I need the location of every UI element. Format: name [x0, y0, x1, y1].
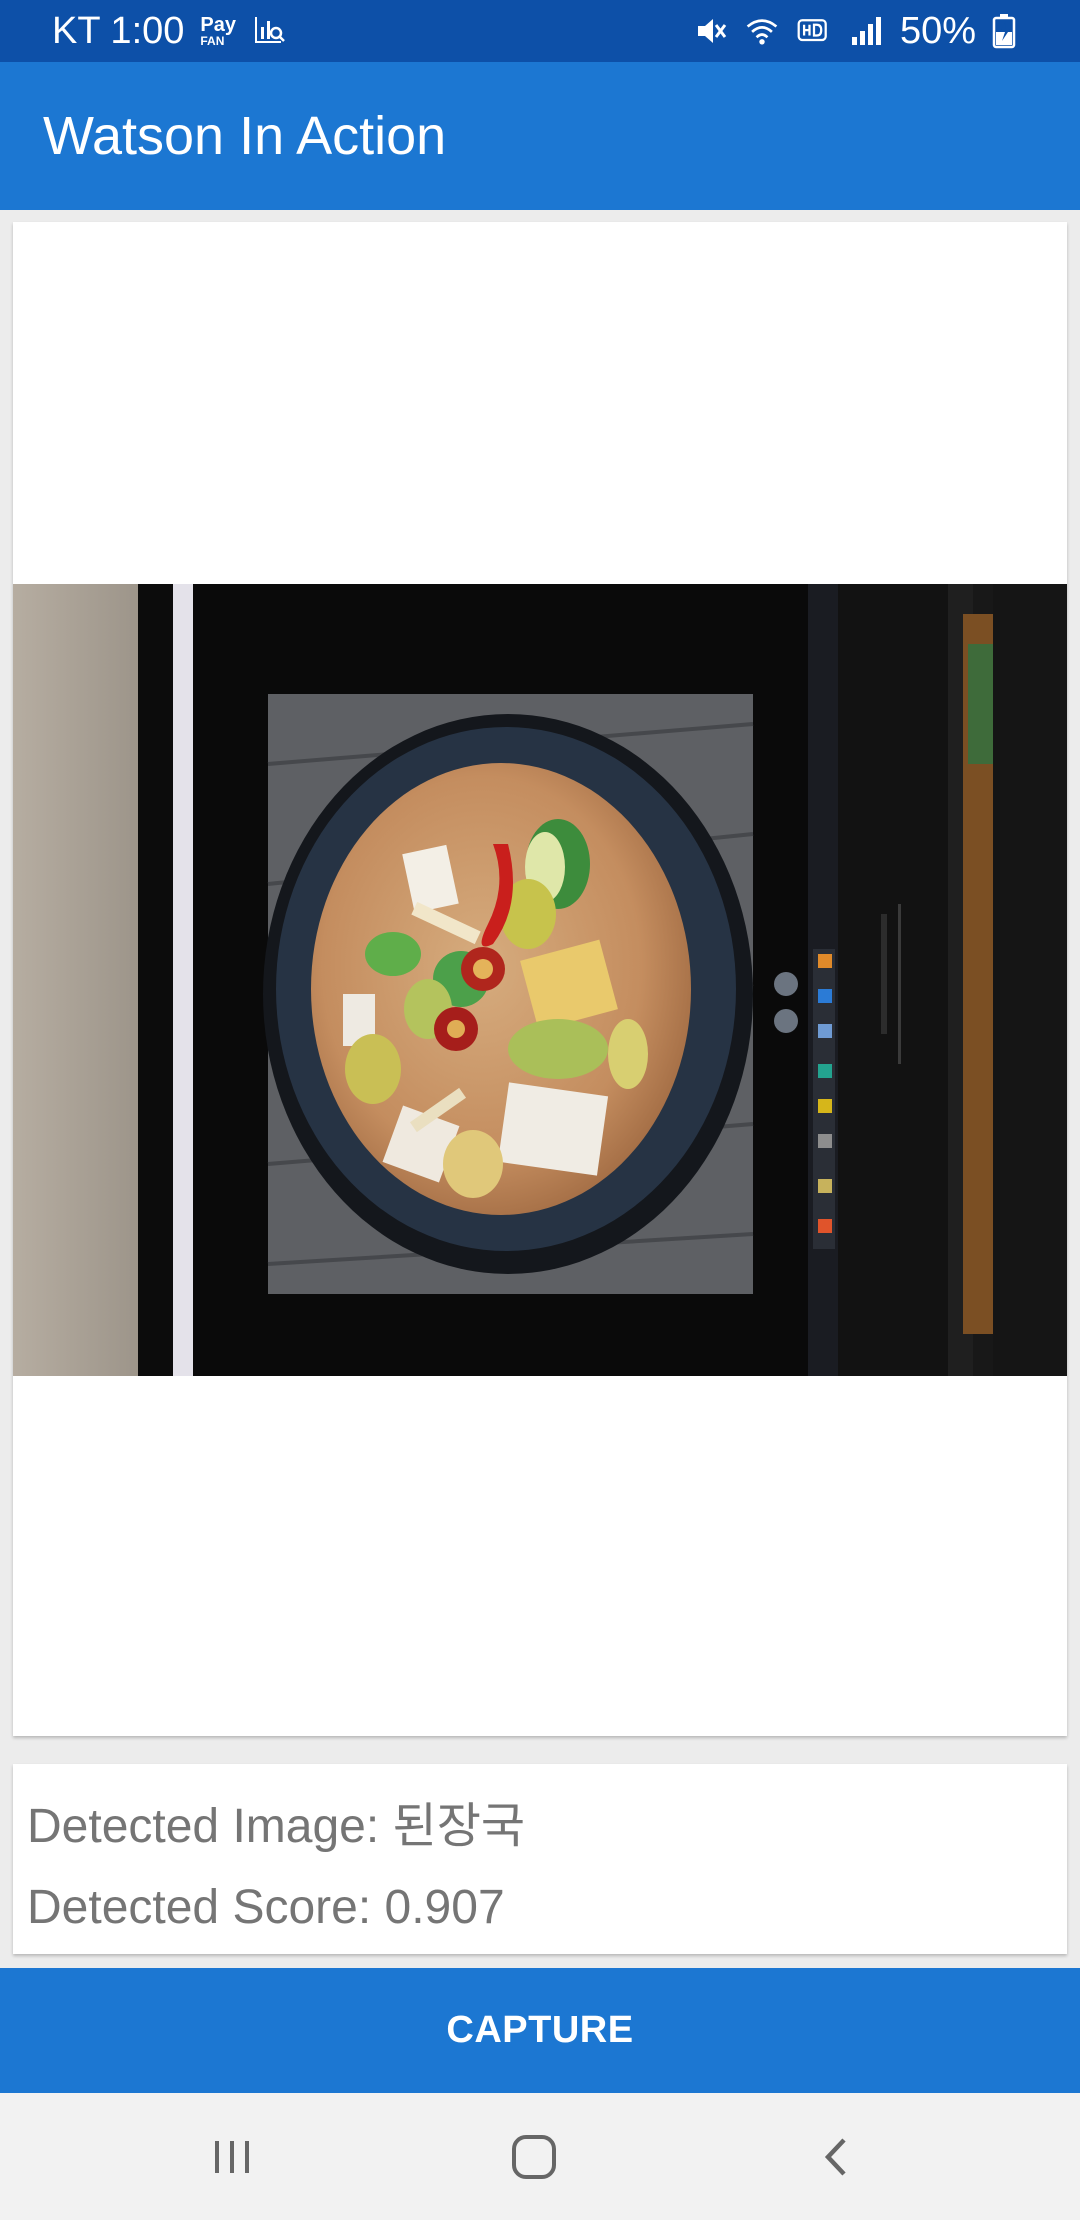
status-right: 50%: [692, 10, 1028, 53]
pay-icon-top: Pay: [200, 14, 236, 36]
capture-button[interactable]: CAPTURE: [0, 1968, 1080, 2093]
navigation-bar: [0, 2093, 1080, 2220]
pay-fan-icon: Pay FAN: [200, 15, 236, 47]
status-bar: KT 1:00 Pay FAN 50%: [0, 0, 1080, 62]
signal-icon: [848, 13, 884, 49]
app-title: Watson In Action: [43, 106, 447, 166]
status-left: KT 1:00 Pay FAN: [52, 10, 288, 53]
detected-image-text: Detected Image: 된장국: [27, 1800, 526, 1853]
detected-score-text: Detected Score: 0.907: [27, 1881, 505, 1934]
wifi-icon: [744, 13, 780, 49]
stats-search-icon: [252, 13, 288, 49]
carrier-time: KT 1:00: [52, 9, 185, 52]
result-card: Detected Image: 된장국 Detected Score: 0.90…: [13, 1764, 1067, 1954]
captured-photo: [13, 584, 1067, 1376]
back-icon[interactable]: [800, 2121, 872, 2193]
recent-apps-icon[interactable]: [196, 2121, 268, 2193]
home-icon[interactable]: [498, 2121, 570, 2193]
pay-icon-bottom: FAN: [200, 34, 225, 48]
app-bar: Watson In Action: [0, 62, 1080, 210]
hd-call-icon: [796, 13, 832, 49]
mute-icon: [692, 13, 728, 49]
battery-level: 50%: [899, 9, 976, 52]
image-card: [13, 222, 1067, 1736]
battery-charging-icon: [992, 13, 1028, 49]
